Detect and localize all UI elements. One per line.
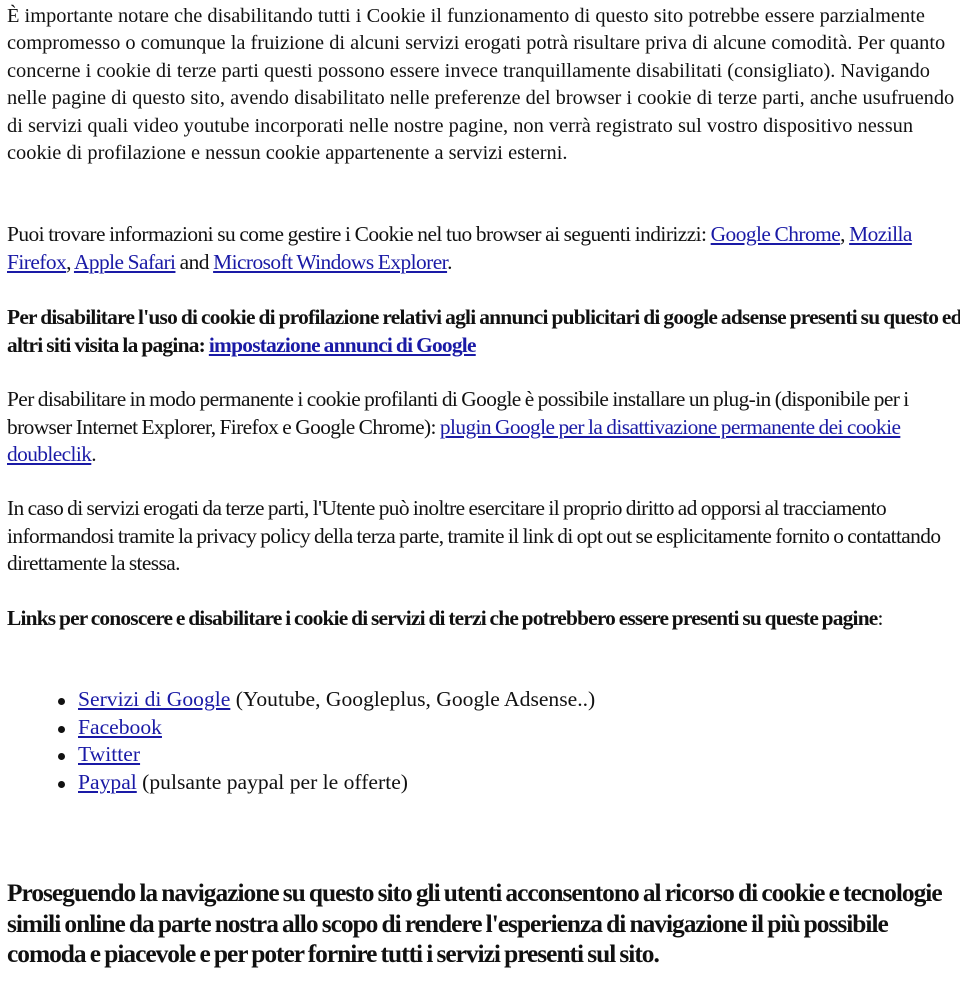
list-item: Paypal (pulsante paypal per le offerte) (7, 769, 595, 797)
list-item-note: (Youtube, Googleplus, Google Adsense..) (230, 687, 596, 711)
suffix: . (447, 249, 452, 274)
link-google-chrome[interactable]: Google Chrome (711, 222, 841, 246)
links-heading-text: Links per conoscere e disabilitare i coo… (7, 606, 878, 630)
suffix: . (91, 442, 97, 466)
adsense-text: Per disabilitare l'uso di cookie di prof… (7, 305, 960, 357)
separator: , (840, 222, 850, 246)
separator: , (66, 249, 74, 274)
list-item: Servizi di Google (Youtube, Googleplus, … (7, 686, 595, 714)
link-paypal[interactable]: Paypal (78, 770, 137, 794)
list-item-note: (pulsante paypal per le offerte) (136, 769, 408, 794)
bullet-icon (58, 725, 65, 733)
bullet-icon (58, 753, 65, 760)
link-microsoft-windows-explorer[interactable]: Microsoft Windows Explorer (213, 250, 448, 274)
browser-links-paragraph: Puoi trovare informazioni su come gestir… (7, 221, 960, 276)
bullet-icon (58, 780, 65, 788)
links-heading: Links per conoscere e disabilitare i coo… (7, 604, 960, 632)
intro-paragraph: È importante notare che disabilitando tu… (7, 5, 955, 165)
bullet-icon (58, 698, 65, 705)
consent-paragraph: Proseguendo la navigazione su questo sit… (7, 879, 943, 968)
list-item: Facebook (7, 714, 595, 742)
separator: and (175, 249, 214, 274)
plugin-paragraph: Per disabilitare in modo permanente i co… (7, 386, 960, 469)
link-twitter[interactable]: Twitter (78, 742, 140, 766)
adsense-paragraph: Per disabilitare l'uso di cookie di prof… (7, 303, 960, 359)
link-facebook[interactable]: Facebook (78, 715, 162, 739)
link-google-ads-settings[interactable]: impostazione annunci di Google (209, 333, 477, 357)
list-item: Twitter (7, 741, 595, 769)
browser-links-prefix: Puoi trovare informazioni su come gestir… (7, 222, 711, 246)
third-party-services-list: Servizi di Google (Youtube, Googleplus, … (7, 686, 595, 796)
link-servizi-di-google[interactable]: Servizi di Google (78, 687, 230, 711)
link-apple-safari[interactable]: Apple Safari (74, 250, 176, 274)
links-heading-colon: : (877, 606, 884, 630)
third-party-paragraph: In caso di servizi erogati da terze part… (7, 496, 941, 575)
